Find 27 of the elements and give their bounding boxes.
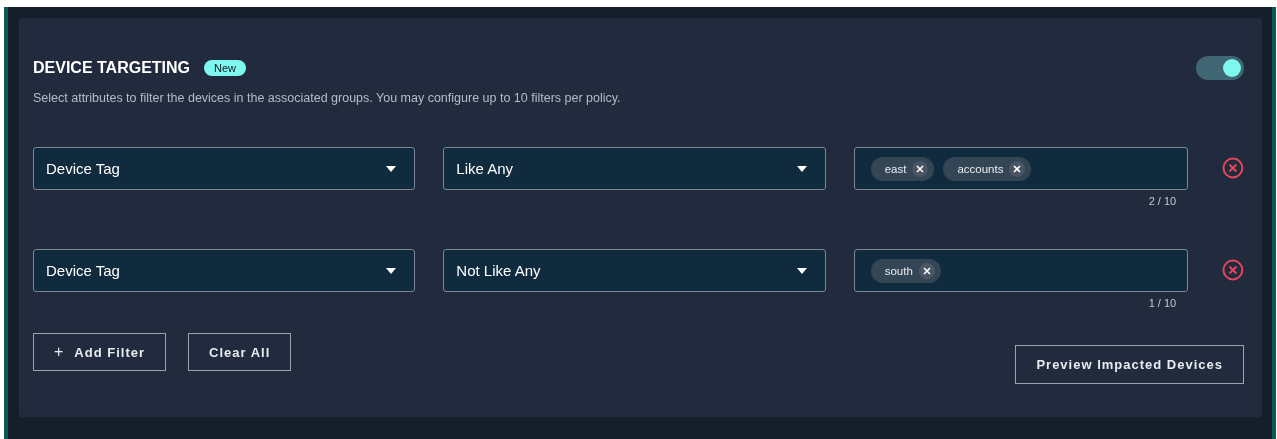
description-text: Select attributes to filter the devices in the associated groups. You may configure up to 10 filters per policy. [33,91,622,105]
clear-all-button[interactable]: Clear All [188,333,292,371]
add-filter-button[interactable]: + Add Filter [33,333,166,371]
preview-button[interactable]: Preview Impacted Devices [1015,345,1244,384]
remove-filter-icon[interactable] [1222,259,1244,281]
section-title: DEVICE TARGETING [33,59,191,77]
caret-icon [386,165,397,172]
operator-dropdown[interactable]: Like Any [443,147,826,190]
tag-counter: 1 / 10 [1148,297,1177,309]
tag-input-field[interactable]: south [853,249,1189,292]
remove-tag-icon[interactable] [1009,160,1026,177]
tag-input-field[interactable]: east accounts [853,147,1189,190]
remove-tag-icon[interactable] [912,160,929,177]
caret-icon [796,267,807,274]
toggle-switch[interactable] [1196,56,1244,80]
remove-filter-icon[interactable] [1222,157,1244,179]
attribute-dropdown[interactable]: Device Tag [33,249,416,292]
operator-dropdown[interactable]: Not Like Any [443,249,826,292]
tag-counter: 2 / 10 [1148,195,1177,207]
attribute-dropdown[interactable]: Device Tag [33,147,416,190]
caret-icon [386,267,397,274]
new-badge: New [204,60,247,76]
tag-label: south [884,264,913,277]
remove-tag-icon[interactable] [918,262,935,279]
tag-label: accounts [957,162,1004,175]
caret-icon [796,165,807,172]
tag-label: east [884,162,907,175]
